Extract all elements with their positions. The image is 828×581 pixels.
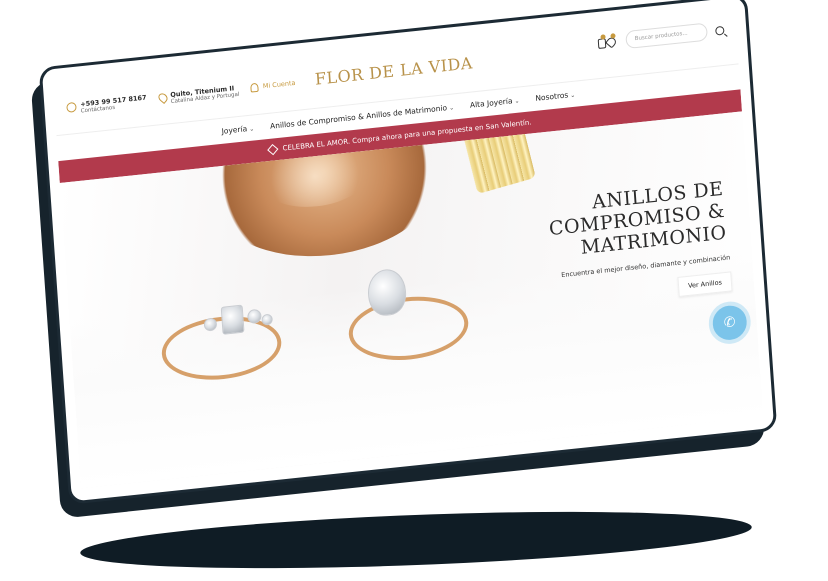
chevron-down-icon: ⌄ [570,91,576,99]
account-link[interactable]: Mi Cuenta [250,78,297,98]
chevron-down-icon: ⌄ [448,103,455,112]
site-logo[interactable]: FLOR DE LA VIDA [314,53,473,89]
nav-item-alta-joyeria[interactable]: Alta Joyería ⌄ [470,95,520,109]
nav-label: Joyería [221,123,248,136]
website-screen: +593 99 517 8167 Contáctanos Quito, Tite… [52,5,764,489]
phone-icon [66,101,77,113]
phone-contact[interactable]: +593 99 517 8167 Contáctanos [66,94,147,117]
wishlist-count-badge [610,33,616,39]
store-location[interactable]: Quito, Titenium II Catalina Aldaz y Port… [156,84,240,107]
search-icon[interactable] [715,25,725,36]
emerald-diamond [220,304,245,335]
contact-bar: +593 99 517 8167 Contáctanos Quito, Tite… [66,78,296,117]
hero-title: ANILLOS DE COMPROMISO & MATRIMONIO [547,178,727,262]
cart-wishlist-icons[interactable] [597,33,618,51]
account-label: Mi Cuenta [262,78,296,91]
search-input[interactable]: Buscar productos... [625,22,708,50]
location-pin-icon [156,91,169,105]
diamond-icon [267,143,279,156]
user-icon [250,82,260,93]
shopping-bag-icon[interactable] [597,38,607,50]
phone-call-icon: ✆ [723,314,737,332]
nav-label: Nosotros [535,89,569,103]
chevron-down-icon: ⌄ [514,97,520,105]
header-tools: Buscar productos... [597,21,725,52]
nav-item-nosotros[interactable]: Nosotros ⌄ [535,89,576,102]
chevron-down-icon: ⌄ [248,124,255,133]
nav-item-joyeria[interactable]: Joyería ⌄ [221,123,255,136]
floor-shadow [79,502,753,578]
nav-label: Alta Joyería [469,95,513,110]
device-frame: +593 99 517 8167 Contáctanos Quito, Tite… [38,0,778,505]
